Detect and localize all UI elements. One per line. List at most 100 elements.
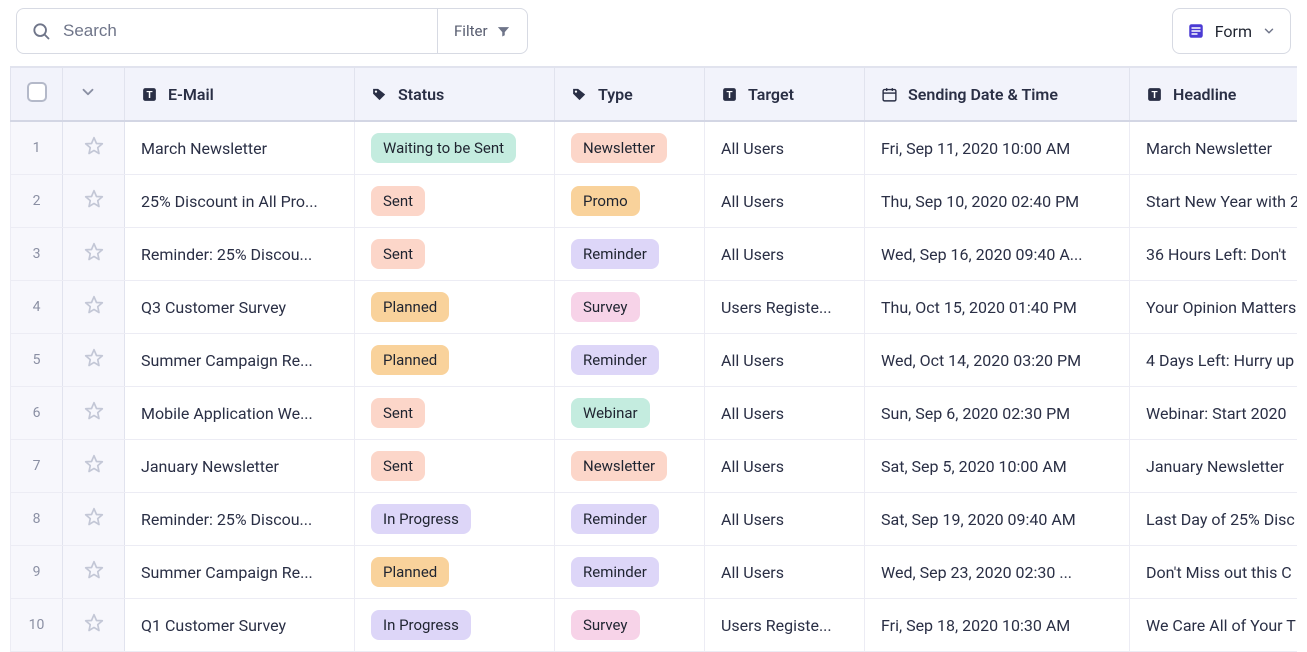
star-icon[interactable] <box>84 401 104 421</box>
col-status[interactable]: Status <box>355 67 555 121</box>
cell-email[interactable]: Q3 Customer Survey <box>125 281 355 334</box>
cell-email[interactable]: 25% Discount in All Pro... <box>125 175 355 228</box>
cell-date[interactable]: Wed, Oct 14, 2020 03:20 PM <box>865 334 1130 387</box>
star-icon[interactable] <box>84 295 104 315</box>
cell-status[interactable]: Sent <box>355 228 555 281</box>
col-headline[interactable]: T Headline <box>1130 67 1298 121</box>
table-row[interactable]: 7January NewsletterSentNewsletterAll Use… <box>11 440 1298 493</box>
cell-status[interactable]: Sent <box>355 440 555 493</box>
col-type[interactable]: Type <box>555 67 705 121</box>
cell-target[interactable]: Users Registe... <box>705 599 865 652</box>
cell-type[interactable]: Survey <box>555 599 705 652</box>
cell-date[interactable]: Sat, Sep 19, 2020 09:40 AM <box>865 493 1130 546</box>
cell-email[interactable]: Reminder: 25% Discou... <box>125 228 355 281</box>
cell-date[interactable]: Fri, Sep 18, 2020 10:30 AM <box>865 599 1130 652</box>
table-row[interactable]: 225% Discount in All Pro...SentPromoAll … <box>11 175 1298 228</box>
star-icon[interactable] <box>84 507 104 527</box>
star-icon[interactable] <box>84 454 104 474</box>
star-icon[interactable] <box>84 189 104 209</box>
table-row[interactable]: 1March NewsletterWaiting to be SentNewsl… <box>11 121 1298 175</box>
table-row[interactable]: 9 Summer Campaign Re...PlannedReminderAll… <box>11 546 1298 599</box>
cell-status[interactable]: Sent <box>355 175 555 228</box>
cell-target[interactable]: All Users <box>705 228 865 281</box>
cell-target[interactable]: All Users <box>705 334 865 387</box>
col-date[interactable]: Sending Date & Time <box>865 67 1130 121</box>
cell-headline[interactable]: Start New Year with 2 <box>1130 175 1298 228</box>
chevron-down-icon[interactable] <box>79 83 97 101</box>
cell-headline[interactable]: We Care All of Your T <box>1130 599 1298 652</box>
cell-target[interactable]: All Users <box>705 387 865 440</box>
cell-headline[interactable]: January Newsletter <box>1130 440 1298 493</box>
cell-type[interactable]: Survey <box>555 281 705 334</box>
table-row[interactable]: 3Reminder: 25% Discou...SentReminderAll … <box>11 228 1298 281</box>
row-number: 10 <box>11 599 63 652</box>
cell-email[interactable]: Q1 Customer Survey <box>125 599 355 652</box>
star-icon[interactable] <box>84 613 104 633</box>
cell-status[interactable]: Sent <box>355 387 555 440</box>
col-label: E-Mail <box>168 85 214 104</box>
cell-date[interactable]: Fri, Sep 11, 2020 10:00 AM <box>865 121 1130 175</box>
col-target[interactable]: T Target <box>705 67 865 121</box>
cell-date[interactable]: Sat, Sep 5, 2020 10:00 AM <box>865 440 1130 493</box>
star-icon[interactable] <box>84 560 104 580</box>
cell-type[interactable]: Reminder <box>555 493 705 546</box>
cell-status[interactable]: In Progress <box>355 599 555 652</box>
table-row[interactable]: 6Mobile Application We...SentWebinarAll … <box>11 387 1298 440</box>
star-icon[interactable] <box>84 136 104 156</box>
cell-date[interactable]: Sun, Sep 6, 2020 02:30 PM <box>865 387 1130 440</box>
filter-button[interactable]: Filter <box>437 9 527 53</box>
cell-type[interactable]: Webinar <box>555 387 705 440</box>
svg-text:T: T <box>726 90 732 101</box>
cell-status[interactable]: Planned <box>355 546 555 599</box>
cell-email[interactable]: Mobile Application We... <box>125 387 355 440</box>
table-row[interactable]: 5Summer Campaign Re...PlannedReminderAll… <box>11 334 1298 387</box>
cell-type[interactable]: Reminder <box>555 546 705 599</box>
cell-headline[interactable]: March Newsletter <box>1130 121 1298 175</box>
star-icon[interactable] <box>84 242 104 262</box>
cell-email[interactable]: Reminder: 25% Discou... <box>125 493 355 546</box>
cell-email[interactable]: Summer Campaign Re... <box>125 334 355 387</box>
search-input[interactable] <box>61 20 423 42</box>
cell-headline[interactable]: 36 Hours Left: Don't <box>1130 228 1298 281</box>
cell-type[interactable]: Newsletter <box>555 121 705 175</box>
col-email[interactable]: T E-Mail <box>125 67 355 121</box>
type-badge: Newsletter <box>571 133 667 163</box>
table-row[interactable]: 4 Q3 Customer SurveyPlannedSurveyUsers Re… <box>11 281 1298 334</box>
cell-email[interactable]: January Newsletter <box>125 440 355 493</box>
row-number: 4 <box>11 281 63 334</box>
cell-date[interactable]: Thu, Sep 10, 2020 02:40 PM <box>865 175 1130 228</box>
cell-date[interactable]: Wed, Sep 23, 2020 02:30 ... <box>865 546 1130 599</box>
cell-type[interactable]: Reminder <box>555 334 705 387</box>
cell-type[interactable]: Reminder <box>555 228 705 281</box>
cell-target[interactable]: All Users <box>705 546 865 599</box>
cell-status[interactable]: Waiting to be Sent <box>355 121 555 175</box>
cell-type[interactable]: Newsletter <box>555 440 705 493</box>
cell-target[interactable]: All Users <box>705 493 865 546</box>
row-number: 9 <box>11 546 63 599</box>
cell-headline[interactable]: Webinar: Start 2020 <box>1130 387 1298 440</box>
cell-email[interactable]: Summer Campaign Re... <box>125 546 355 599</box>
star-icon[interactable] <box>84 348 104 368</box>
status-badge: Sent <box>371 398 425 428</box>
cell-date[interactable]: Thu, Oct 15, 2020 01:40 PM <box>865 281 1130 334</box>
cell-target[interactable]: All Users <box>705 121 865 175</box>
view-switch-button[interactable]: Form <box>1172 8 1291 54</box>
table-row[interactable]: 8Reminder: 25% Discou...In ProgressRemin… <box>11 493 1298 546</box>
cell-target[interactable]: All Users <box>705 440 865 493</box>
cell-status[interactable]: Planned <box>355 334 555 387</box>
cell-headline[interactable]: Last Day of 25% Disc <box>1130 493 1298 546</box>
chevron-down-icon <box>1262 24 1276 38</box>
cell-headline[interactable]: Your Opinion Matters <box>1130 281 1298 334</box>
type-badge: Newsletter <box>571 451 667 481</box>
cell-headline[interactable]: Don't Miss out this C <box>1130 546 1298 599</box>
cell-target[interactable]: Users Registe... <box>705 281 865 334</box>
cell-target[interactable]: All Users <box>705 175 865 228</box>
cell-status[interactable]: In Progress <box>355 493 555 546</box>
cell-headline[interactable]: 4 Days Left: Hurry up <box>1130 334 1298 387</box>
select-all-checkbox[interactable] <box>27 82 47 102</box>
cell-email[interactable]: March Newsletter <box>125 121 355 175</box>
table-row[interactable]: 10 Q1 Customer SurveyIn ProgressSurveyUse… <box>11 599 1298 652</box>
cell-type[interactable]: Promo <box>555 175 705 228</box>
cell-date[interactable]: Wed, Sep 16, 2020 09:40 A... <box>865 228 1130 281</box>
cell-status[interactable]: Planned <box>355 281 555 334</box>
